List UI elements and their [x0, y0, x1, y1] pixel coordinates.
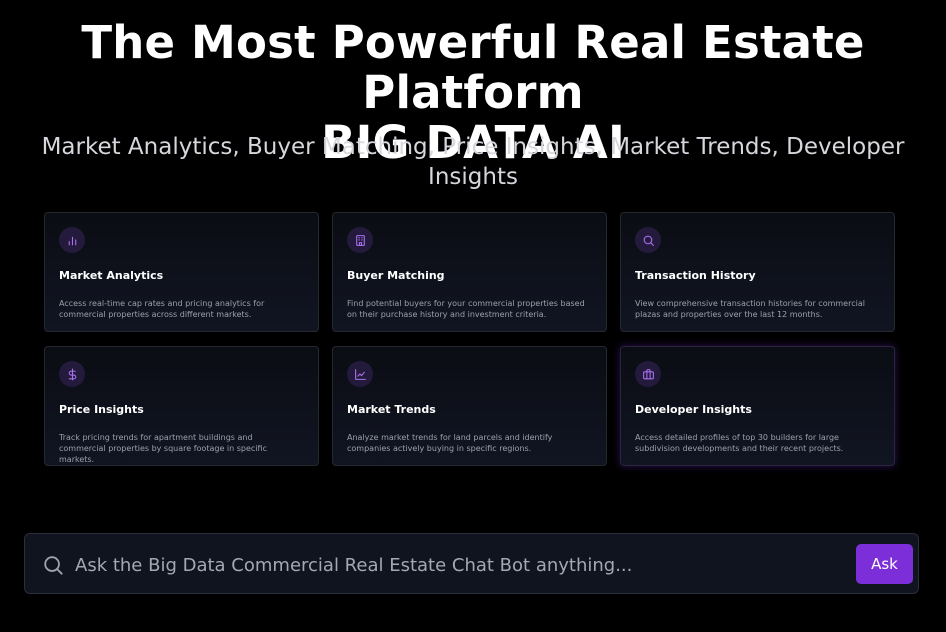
search-icon [635, 227, 661, 253]
card-description: Track pricing trends for apartment build… [59, 433, 267, 464]
feature-grid: Market Analytics Access real-time cap ra… [44, 212, 895, 466]
briefcase-icon [635, 361, 661, 387]
card-title: Market Trends [347, 403, 436, 416]
chat-bar: Ask [24, 533, 919, 594]
card-title: Buyer Matching [347, 269, 445, 282]
card-developer-insights[interactable]: Developer Insights Access detailed profi… [620, 346, 895, 466]
card-market-trends[interactable]: Market Trends Analyze market trends for … [332, 346, 607, 466]
search-icon [44, 556, 63, 575]
hero-subtitle: Market Analytics, Buyer Matching, Price … [41, 134, 905, 190]
ask-button[interactable]: Ask [856, 544, 913, 584]
card-title: Transaction History [635, 269, 756, 282]
card-buyer-matching[interactable]: Buyer Matching Find potential buyers for… [332, 212, 607, 332]
dollar-icon [59, 361, 85, 387]
card-title: Developer Insights [635, 403, 752, 416]
card-description: View comprehensive transaction histories… [635, 299, 865, 319]
line-chart-icon [347, 361, 373, 387]
card-transaction-history[interactable]: Transaction History View comprehensive t… [620, 212, 895, 332]
card-description: Access detailed profiles of top 30 build… [635, 433, 844, 453]
building-icon [347, 227, 373, 253]
card-price-insights[interactable]: Price Insights Track pricing trends for … [44, 346, 319, 466]
card-title: Market Analytics [59, 269, 164, 282]
card-title: Price Insights [59, 403, 144, 416]
card-market-analytics[interactable]: Market Analytics Access real-time cap ra… [44, 212, 319, 332]
bar-chart-icon [59, 227, 85, 253]
card-description: Access real-time cap rates and pricing a… [59, 299, 265, 319]
chat-input[interactable] [73, 548, 867, 582]
hero-title-line1: The Most Powerful Real Estate Platform [81, 16, 865, 119]
card-description: Analyze market trends for land parcels a… [347, 433, 553, 453]
card-description: Find potential buyers for your commercia… [347, 299, 585, 319]
